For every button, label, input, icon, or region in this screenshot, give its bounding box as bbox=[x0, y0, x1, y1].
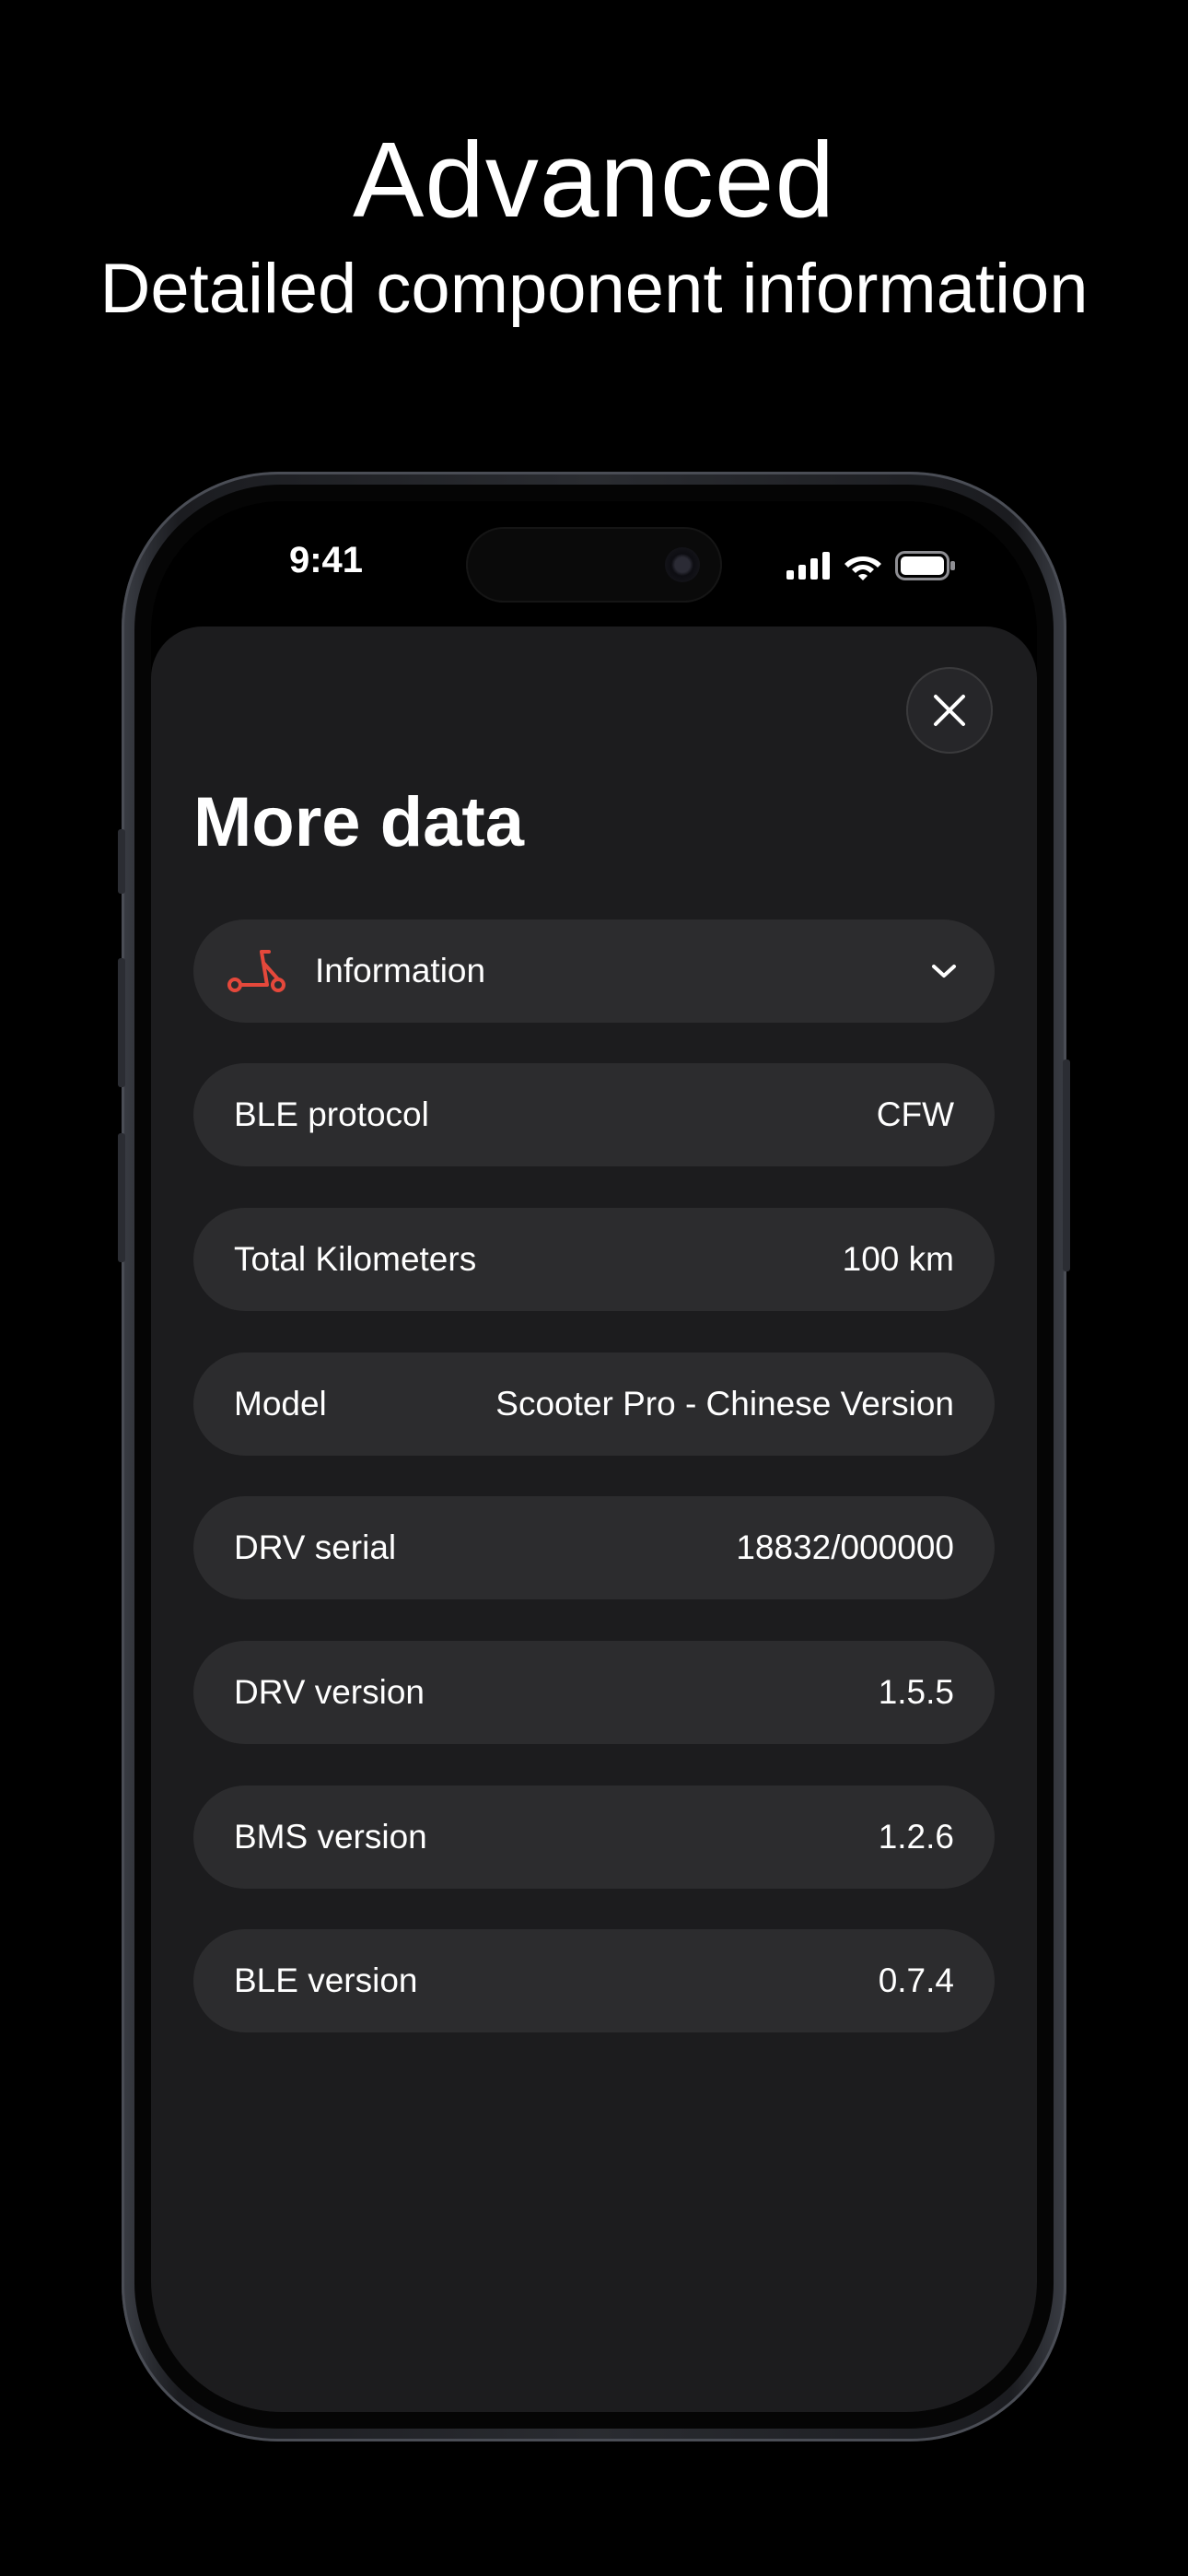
camera-icon bbox=[665, 547, 700, 582]
row-value: 18832/000000 bbox=[736, 1528, 954, 1566]
row-value: CFW bbox=[876, 1095, 954, 1133]
row-label: BLE version bbox=[234, 1961, 418, 1999]
row-label: DRV serial bbox=[234, 1528, 397, 1566]
row-value: 100 km bbox=[842, 1240, 954, 1278]
row-value: Scooter Pro - Chinese Version bbox=[495, 1385, 954, 1423]
status-icons bbox=[786, 547, 956, 584]
info-row-bms-version: BMS version 1.2.6 bbox=[193, 1786, 995, 1889]
row-label: BMS version bbox=[234, 1818, 427, 1856]
battery-icon bbox=[895, 551, 955, 580]
row-value: 0.7.4 bbox=[878, 1961, 954, 1999]
wifi-icon bbox=[844, 556, 881, 580]
promo-subheadline: Detailed component information bbox=[99, 250, 1089, 328]
promo-headline: Advanced bbox=[353, 120, 835, 240]
dynamic-island bbox=[466, 527, 722, 603]
row-value: 1.5.5 bbox=[878, 1673, 954, 1711]
info-row-ble-version: BLE version 0.7.4 bbox=[193, 1929, 995, 2032]
info-row-drv-serial: DRV serial 18832/000000 bbox=[193, 1496, 995, 1599]
volume-down-button bbox=[118, 1133, 125, 1262]
row-label: Total Kilometers bbox=[234, 1240, 477, 1278]
row-label: BLE protocol bbox=[234, 1095, 429, 1133]
power-button bbox=[1063, 1060, 1070, 1271]
row-label: DRV version bbox=[234, 1673, 425, 1711]
dropdown-label: Information bbox=[315, 952, 486, 989]
close-icon bbox=[934, 695, 965, 726]
phone-screen: 9:41 More data Information BLE protocol … bbox=[151, 501, 1037, 2412]
status-time: 9:41 bbox=[288, 540, 364, 580]
information-dropdown[interactable]: Information bbox=[193, 919, 995, 1023]
info-row-total-kilometers: Total Kilometers 100 km bbox=[193, 1208, 995, 1311]
close-button[interactable] bbox=[906, 667, 993, 754]
action-button bbox=[118, 829, 125, 894]
cellular-signal-icon bbox=[786, 552, 830, 580]
row-label: Model bbox=[234, 1385, 327, 1423]
info-row-model: Model Scooter Pro - Chinese Version bbox=[193, 1352, 995, 1456]
scooter-icon bbox=[227, 950, 285, 992]
info-row-drv-version: DRV version 1.5.5 bbox=[193, 1641, 995, 1744]
row-value: 1.2.6 bbox=[878, 1818, 954, 1856]
more-data-sheet: More data Information BLE protocol CFW T… bbox=[151, 626, 1037, 2412]
volume-up-button bbox=[118, 958, 125, 1087]
chevron-down-icon bbox=[932, 965, 956, 978]
info-row-ble-protocol: BLE protocol CFW bbox=[193, 1063, 995, 1166]
sheet-title: More data bbox=[193, 783, 524, 861]
